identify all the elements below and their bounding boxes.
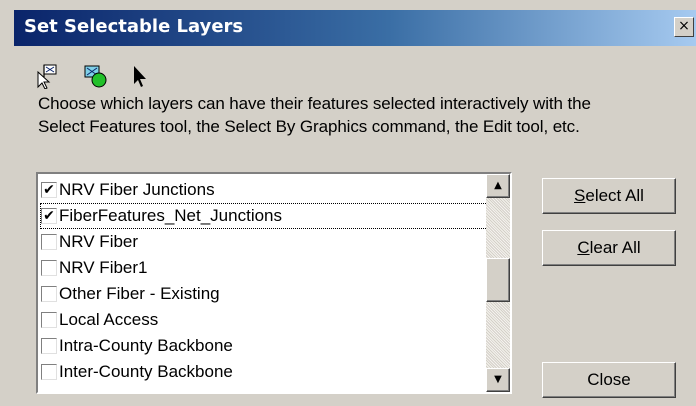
scroll-down-button[interactable]: ▼ [486,368,510,392]
layer-label: Other Fiber - Existing [59,284,220,303]
scroll-up-button[interactable]: ▲ [486,174,510,198]
close-button[interactable]: Close [542,362,676,398]
clear-all-label: lear All [589,238,641,257]
layer-checkbox[interactable] [41,260,57,276]
instructions-text: Choose which layers can have their featu… [38,92,678,138]
layers-listbox[interactable]: ✔ NRV Fiber Junctions ✔ FiberFeatures_Ne… [36,172,512,394]
clear-all-button[interactable]: Clear All [542,230,676,266]
list-item[interactable]: Local Access [40,307,486,333]
layer-checkbox[interactable]: ✔ [41,182,57,198]
list-item[interactable]: Intra-County Backbone [40,333,486,359]
clear-all-mnemonic: C [577,238,590,257]
layer-checkbox[interactable]: ✔ [41,208,57,224]
set-selectable-layers-dialog: Set Selectable Layers × Choose which lay… [0,0,696,406]
list-scrollbar[interactable]: ▲ ▼ [486,174,510,392]
layer-label: Intra-County Backbone [59,336,233,355]
instructions-line-2: Select Features tool, the Select By Grap… [38,117,580,136]
close-window-button[interactable]: × [674,17,694,37]
layer-label: Local Access [59,310,159,329]
title-bar[interactable]: Set Selectable Layers × [14,10,696,46]
list-item[interactable]: ✔ NRV Fiber Junctions [40,177,486,203]
layer-label: NRV Fiber Junctions [59,180,215,199]
layer-label: FiberFeatures_Net_Junctions [59,206,283,225]
layer-checkbox[interactable] [41,364,57,380]
list-item[interactable]: Other Fiber - Existing [40,281,486,307]
layer-checkbox[interactable] [41,312,57,328]
layer-label: NRV Fiber [59,232,139,251]
select-features-icon [36,63,62,90]
list-item[interactable]: ✔ FiberFeatures_Net_Junctions [40,203,488,229]
dialog-title: Set Selectable Layers [24,16,244,37]
layer-label: Inter-County Backbone [59,362,233,381]
scroll-thumb[interactable] [486,258,510,302]
select-all-label: elect All [585,186,644,205]
select-all-mnemonic: S [574,186,586,205]
layer-checkbox[interactable] [41,338,57,354]
layer-checkbox[interactable] [41,286,57,302]
select-all-button[interactable]: Select All [542,178,676,214]
layer-checkbox[interactable] [41,234,57,250]
select-by-graphics-icon [82,63,108,89]
edit-tool-icon [126,63,152,89]
list-item[interactable]: NRV Fiber1 [40,255,486,281]
list-item[interactable]: Inter-County Backbone [40,359,486,385]
layer-label: NRV Fiber1 [59,258,148,277]
instructions-line-1: Choose which layers can have their featu… [38,94,591,113]
list-item[interactable]: NRV Fiber [40,229,486,255]
